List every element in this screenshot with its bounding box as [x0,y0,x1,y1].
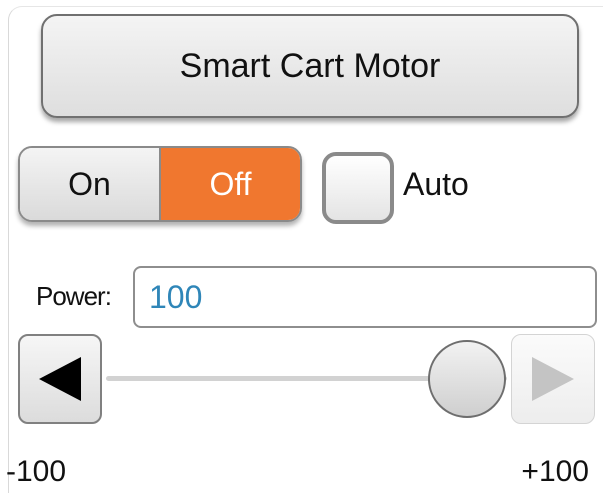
title-button-label: Smart Cart Motor [179,46,441,85]
auto-checkbox[interactable] [322,152,394,224]
power-input[interactable] [133,266,597,328]
triangle-right-icon [532,357,574,401]
on-button[interactable]: On [20,148,161,220]
smart-cart-motor-button[interactable]: Smart Cart Motor [41,14,579,118]
off-button[interactable]: Off [161,148,300,220]
on-button-label: On [68,165,111,202]
off-button-label: Off [209,165,252,202]
auto-label: Auto [403,166,469,202]
power-label: Power: [36,281,112,311]
power-slider-thumb[interactable] [428,340,506,418]
on-off-switch[interactable]: On Off [18,146,302,222]
decrement-button[interactable] [18,334,102,424]
slider-min-label: -100 [6,455,67,488]
slider-max-label: +100 [521,455,589,488]
power-slider-track[interactable] [106,340,507,418]
increment-button[interactable] [511,334,595,424]
triangle-left-icon [39,357,81,401]
